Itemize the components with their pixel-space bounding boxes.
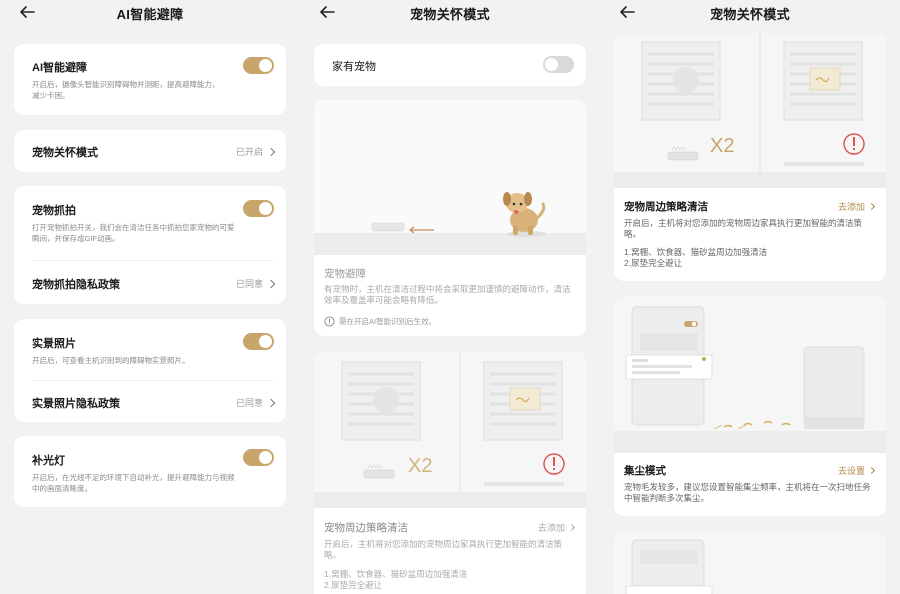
pet-avoid-note: 需在开启AI智能识别后生效。 — [339, 317, 437, 326]
real-photo-row: 实景照片 开启后，可查看主机识别到的障碍物实景照片。 — [32, 335, 226, 366]
x2-label: X2 — [408, 455, 432, 477]
x2-label: X2 — [710, 135, 734, 157]
chevron-right-icon — [567, 523, 576, 532]
pet-avoid-desc: 有宠物时，主机在清洁过程中将会采取更加谨慎的避障动作，清洁效率及覆盖率可能会略有… — [324, 284, 571, 305]
real-photo-title: 实景照片 — [32, 338, 76, 350]
perimeter-illustration: X2 — [614, 34, 886, 188]
perimeter-card: X2 宠物周边策略清洁 去添加 开启后，主机将对您添加的宠物周边家具执行更加智能… — [614, 34, 886, 281]
perimeter-add-text: 去添加 — [837, 202, 865, 212]
page-title: AI智能避障 — [116, 7, 184, 22]
pet-avoid-note-row: 需在开启AI智能识别后生效。 — [324, 316, 576, 327]
top-bar: 宠物关怀模式 — [300, 0, 600, 26]
next-card — [614, 532, 886, 594]
pet-care-status-text: 已开启 — [235, 147, 263, 157]
chevron-right-icon — [266, 279, 276, 288]
photo-privacy-status-text: 已同意 — [235, 398, 263, 408]
fill-light-desc: 开启后，在光线不足的环境下自动补光，提升避障能力与视频中的画面清晰度。 — [32, 473, 235, 493]
pet-avoid-card: 宠物避障 有宠物时，主机在清洁过程中将会采取更加谨慎的避障动作，清洁效率及覆盖率… — [314, 100, 586, 336]
pet-snap-toggle[interactable] — [243, 200, 274, 217]
pet-snap-title: 宠物抓拍 — [32, 205, 76, 217]
perimeter-card: X2 宠物周边策略清洁 去添加 开启后，主机将对您添加的宠物周边家具执行更加智能… — [314, 352, 586, 594]
top-bar: AI智能避障 — [0, 0, 300, 26]
fill-light-card: 补光灯 开启后，在光线不足的环境下自动补光，提升避障能力与视频中的画面清晰度。 — [14, 436, 286, 507]
perimeter-list-2: 2.尿垫完全避让 — [624, 258, 683, 268]
pet-care-status: 已开启 — [235, 145, 276, 158]
chevron-right-icon — [867, 466, 876, 475]
chevron-right-icon — [266, 147, 276, 156]
dust-settings-text: 去设置 — [837, 466, 865, 476]
page-title: 宠物关怀模式 — [710, 7, 790, 22]
perimeter-desc: 开启后，主机将对您添加的宠物周边家具执行更加智能的清洁策略。 — [324, 539, 563, 560]
pet-privacy-status: 已同意 — [235, 277, 276, 290]
has-pet-row: 家有宠物 — [332, 58, 574, 74]
chevron-right-icon — [867, 202, 876, 211]
robot-dog-illustration — [314, 100, 586, 255]
pet-snap-card: 宠物抓拍 打开宠物抓拍开关，我们会在清洁任务中抓拍您家宠物的可爱瞬间，并保存成G… — [14, 186, 286, 304]
perimeter-desc: 开启后，主机将对您添加的宠物周边家具执行更加智能的清洁策略。 — [624, 218, 863, 239]
dust-station-illustration — [614, 297, 886, 453]
top-bar: 宠物关怀模式 — [600, 0, 900, 26]
real-photo-desc: 开启后，可查看主机识别到的障碍物实景照片。 — [32, 356, 190, 365]
perimeter-list-2: 2.尿垫完全避让 — [324, 580, 383, 590]
pet-privacy-status-text: 已同意 — [235, 279, 263, 289]
dust-title: 集尘模式 — [624, 465, 666, 477]
perimeter-add-link[interactable]: 去添加 — [837, 200, 876, 213]
divider — [32, 380, 274, 381]
dust-desc: 宠物毛发较多，建议您设置智能集尘频率，主机将在一次扫地任务中智能判断多次集尘。 — [624, 482, 871, 503]
perimeter-clean-illustration: X2 — [614, 34, 886, 188]
has-pet-toggle[interactable] — [543, 56, 574, 73]
chevron-right-icon — [266, 398, 276, 407]
next-illustration — [614, 532, 886, 594]
page-title: 宠物关怀模式 — [410, 7, 490, 22]
ai-avoid-desc: 开启后，摄像头智能识别障碍物并测距，提高避障能力，减少卡困。 — [32, 80, 220, 100]
info-icon — [324, 316, 335, 327]
dust-card: 集尘模式 去设置 宠物毛发较多，建议您设置智能集尘频率，主机将在一次扫地任务中智… — [614, 297, 886, 516]
fill-light-toggle[interactable] — [243, 449, 274, 466]
divider — [32, 260, 274, 261]
dust-settings-link[interactable]: 去设置 — [837, 464, 876, 477]
perimeter-title: 宠物周边策略清洁 — [324, 522, 408, 534]
panel-ai-avoidance: AI智能避障 AI智能避障 开启后，摄像头智能识别障碍物并测距，提高避障能力，减… — [0, 0, 300, 594]
ai-avoid-toggle[interactable] — [243, 57, 274, 74]
perimeter-add-text: 去添加 — [537, 523, 565, 533]
pet-avoid-title: 宠物避障 — [324, 268, 366, 280]
real-photo-toggle[interactable] — [243, 333, 274, 350]
perimeter-clean-illustration: X2 — [314, 352, 586, 508]
fill-light-title: 补光灯 — [32, 455, 65, 467]
panel-pet-care-enabled: 宠物关怀模式 X2 宠物周边策略清洁 去添加 开启后，主机将对您添加的宠物周边家… — [600, 0, 900, 594]
perimeter-list-1: 1.窝棚、饮食器、猫砂盆周边加强清洁 — [324, 569, 468, 579]
dust-illustration — [614, 297, 886, 453]
pet-snap-row: 宠物抓拍 打开宠物抓拍开关，我们会在清洁任务中抓拍您家宠物的可爱瞬间，并保存成G… — [32, 202, 236, 244]
photo-privacy-status: 已同意 — [235, 396, 276, 409]
has-pet-card: 家有宠物 — [314, 44, 586, 86]
perimeter-title: 宠物周边策略清洁 — [624, 201, 708, 213]
pet-snap-desc: 打开宠物抓拍开关，我们会在清洁任务中抓拍您家宠物的可爱瞬间，并保存成GIF动画。 — [32, 223, 235, 243]
pet-avoid-illustration — [314, 100, 586, 255]
perimeter-add-link[interactable]: 去添加 — [537, 521, 576, 534]
pet-care-card[interactable]: 宠物关怀模式 已开启 — [14, 130, 286, 172]
ai-avoid-row: AI智能避障 开启后，摄像头智能识别障碍物并测距，提高避障能力，减少卡困。 — [32, 59, 226, 101]
real-photo-card: 实景照片 开启后，可查看主机识别到的障碍物实景照片。 实景照片隐私政策 已同意 — [14, 319, 286, 422]
ai-avoid-card: AI智能避障 开启后，摄像头智能识别障碍物并测距，提高避障能力，减少卡困。 — [14, 44, 286, 115]
panel-pet-care: 宠物关怀模式 家有宠物 宠物避障 有宠物时，主机在清洁过程中将会采取更加谨慎的避… — [300, 0, 600, 594]
perimeter-list-1: 1.窝棚、饮食器、猫砂盆周边加强清洁 — [624, 247, 768, 257]
ai-avoid-title: AI智能避障 — [32, 62, 87, 74]
perimeter-illustration: X2 — [314, 352, 586, 508]
next-card-illustration — [614, 532, 886, 594]
fill-light-row: 补光灯 开启后，在光线不足的环境下自动补光，提升避障能力与视频中的画面清晰度。 — [32, 452, 236, 494]
has-pet-label: 家有宠物 — [332, 61, 376, 73]
